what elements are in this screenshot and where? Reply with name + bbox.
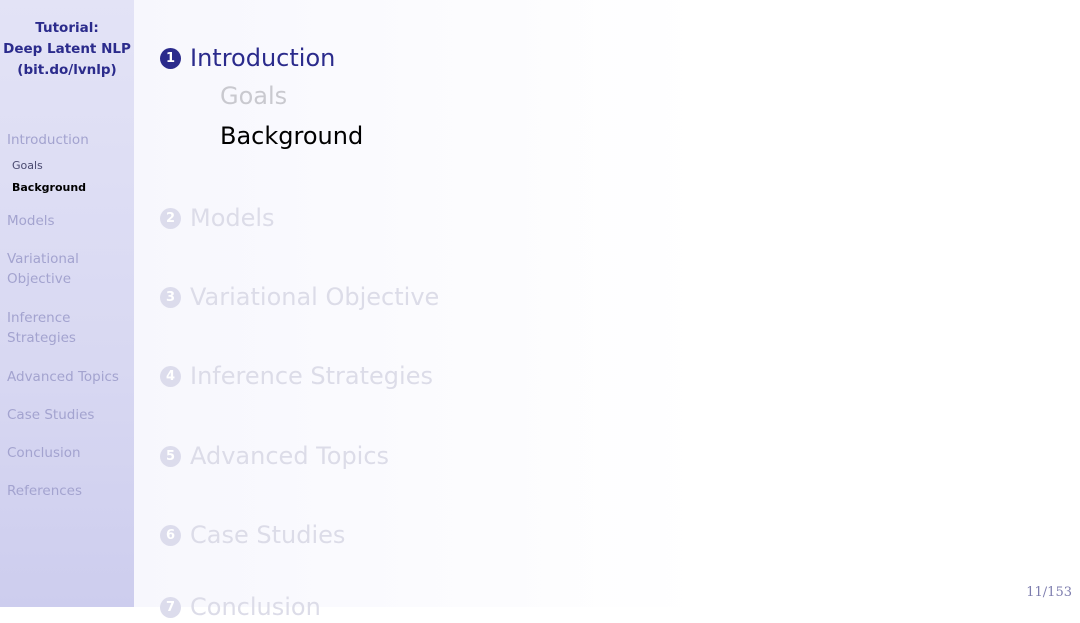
sidebar-item-label: Strategies <box>7 330 76 346</box>
section-label: Case Studies <box>190 521 346 549</box>
title-line: (bit.do/lvnlp) <box>17 62 117 78</box>
section-number-badge: 7 <box>160 596 181 618</box>
outline-subsection-background[interactable]: Background <box>220 122 363 150</box>
sidebar-item-label: Inference <box>7 310 71 326</box>
sidebar-item-conclusion[interactable]: Conclusion <box>7 443 81 463</box>
section-number-badge: 1 <box>160 47 181 69</box>
outline-section-advanced-topics[interactable]: 5 Advanced Topics <box>160 440 389 472</box>
section-number-badge: 3 <box>160 286 181 308</box>
section-label: Conclusion <box>190 593 321 621</box>
section-label: Advanced Topics <box>190 442 390 470</box>
sidebar-subitem-goals[interactable]: Goals <box>12 159 43 173</box>
outline-section-inference-strategies[interactable]: 4 Inference Strategies <box>160 360 433 392</box>
presentation-title[interactable]: Tutorial: Deep Latent NLP (bit.do/lvnlp) <box>0 18 134 81</box>
outline-section-case-studies[interactable]: 6 Case Studies <box>160 519 345 551</box>
sidebar-subitem-background[interactable]: Background <box>12 181 86 195</box>
sidebar-item-label: Objective <box>7 271 72 287</box>
sidebar-item-inference-strategies[interactable]: Inference Strategies <box>7 308 76 348</box>
title-line: Deep Latent NLP <box>3 41 131 57</box>
sidebar: Tutorial: Deep Latent NLP (bit.do/lvnlp)… <box>0 0 134 607</box>
page-number: 11/153 <box>1026 585 1072 600</box>
section-number-badge: 6 <box>160 524 181 546</box>
sidebar-item-variational-objective[interactable]: Variational Objective <box>7 249 79 289</box>
outline-section-variational-objective[interactable]: 3 Variational Objective <box>160 281 439 313</box>
sidebar-item-references[interactable]: References <box>7 481 82 501</box>
sidebar-item-label: Variational <box>7 251 79 267</box>
sidebar-item-introduction[interactable]: Introduction <box>7 130 89 150</box>
section-label: Introduction <box>190 44 336 72</box>
section-number-badge: 4 <box>160 365 181 387</box>
outline-section-conclusion[interactable]: 7 Conclusion <box>160 591 321 623</box>
outline-section-introduction[interactable]: 1 Introduction <box>160 42 335 74</box>
sidebar-item-case-studies[interactable]: Case Studies <box>7 405 94 425</box>
sidebar-item-models[interactable]: Models <box>7 211 55 231</box>
section-number-badge: 2 <box>160 207 181 229</box>
sidebar-item-advanced-topics[interactable]: Advanced Topics <box>7 367 119 387</box>
section-label: Variational Objective <box>190 283 440 311</box>
section-label: Inference Strategies <box>190 362 433 390</box>
title-line: Tutorial: <box>35 20 99 36</box>
outline-subsection-goals[interactable]: Goals <box>220 82 287 110</box>
section-label: Models <box>190 204 275 232</box>
section-number-badge: 5 <box>160 445 181 467</box>
outline-section-models[interactable]: 2 Models <box>160 202 275 234</box>
